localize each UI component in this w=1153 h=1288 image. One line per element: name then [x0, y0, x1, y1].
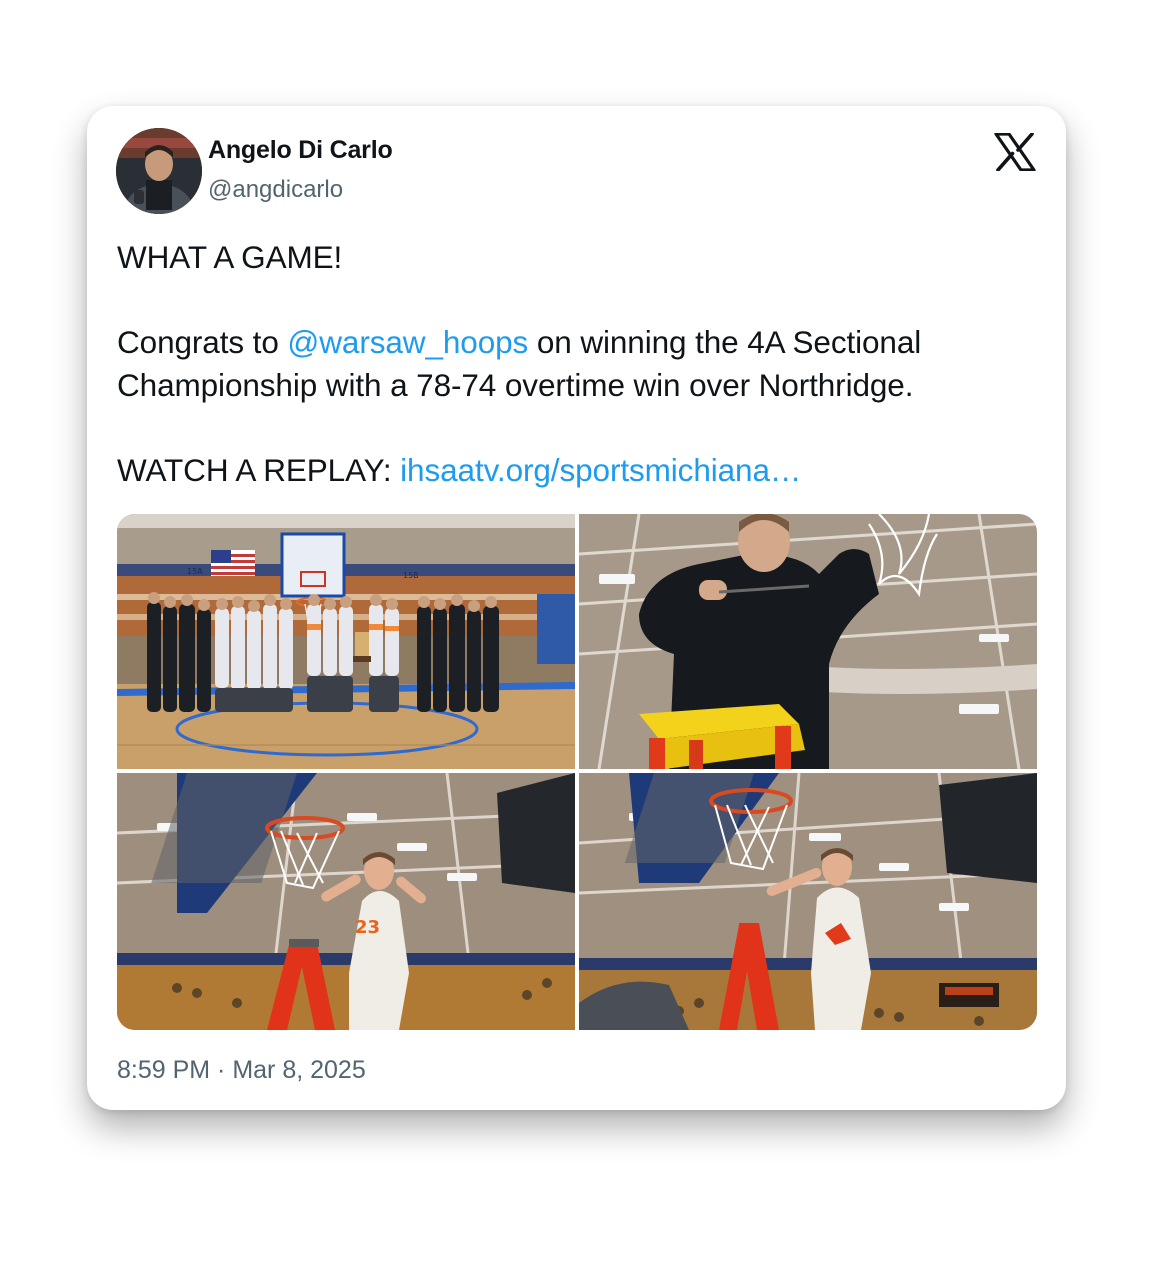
banner-15b: 15B: [403, 571, 419, 580]
avatar[interactable]: [116, 128, 202, 214]
tweet-card: Angelo Di Carlo @angdicarlo WHAT A GAME!…: [87, 106, 1066, 1110]
mention-link[interactable]: @warsaw_hoops: [287, 324, 528, 360]
tweet-headline: WHAT A GAME!: [117, 239, 343, 275]
photo-player-net-2[interactable]: [579, 773, 1037, 1030]
tweet-text: WHAT A GAME! Congrats to @warsaw_hoops o…: [117, 236, 1047, 492]
replay-prefix: WATCH A REPLAY:: [117, 452, 401, 488]
congrats-prefix: Congrats to: [117, 324, 288, 360]
tweet-timestamp[interactable]: 8:59 PM · Mar 8, 2025: [117, 1056, 366, 1085]
photo-coach-net[interactable]: [579, 514, 1037, 769]
x-logo-icon[interactable]: [994, 133, 1036, 171]
photo-grid: 15A 15B 23: [117, 514, 1037, 1030]
replay-link[interactable]: ihsaatv.org/sportsmichiana…: [400, 452, 801, 488]
author-handle[interactable]: @angdicarlo: [208, 176, 343, 204]
svg-text:23: 23: [355, 917, 380, 938]
photo-player-net-1[interactable]: 23: [117, 773, 575, 1030]
photo-team-group[interactable]: 15A 15B: [117, 514, 575, 769]
avatar-photo: [116, 128, 202, 214]
author-name[interactable]: Angelo Di Carlo: [208, 136, 393, 165]
tweet-body: Congrats to @warsaw_hoops on winning the…: [117, 321, 1047, 407]
banner-15a: 15A: [187, 567, 203, 576]
replay-line: WATCH A REPLAY: ihsaatv.org/sportsmichia…: [117, 449, 1047, 492]
